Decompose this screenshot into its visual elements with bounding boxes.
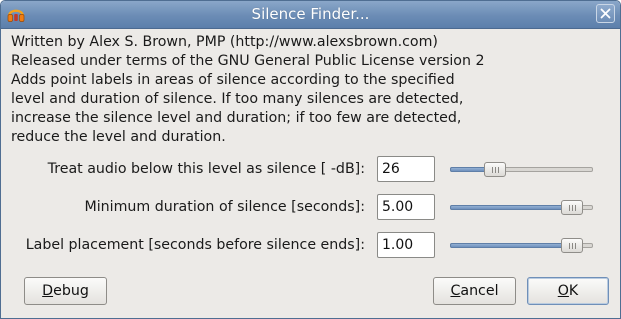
description-line: reduce the level and duration.	[11, 129, 226, 145]
debug-label: ebug	[53, 283, 89, 299]
plugin-description: Written by Alex S. Brown, PMP (http://ww…	[11, 33, 611, 147]
debug-button[interactable]: Debug	[24, 277, 107, 305]
slider-fill	[450, 243, 573, 248]
slider-fill	[450, 205, 573, 210]
label-placement-input[interactable]	[377, 232, 435, 258]
ok-button[interactable]: OK	[527, 277, 609, 305]
silence-level-row: Treat audio below this level as silence …	[1, 156, 620, 184]
label-placement-slider[interactable]	[450, 238, 593, 253]
min-duration-input[interactable]	[377, 194, 435, 220]
ok-mnemonic: O	[557, 283, 569, 299]
min-duration-slider[interactable]	[450, 200, 593, 215]
debug-mnemonic: D	[42, 283, 54, 299]
slider-thumb[interactable]	[483, 162, 506, 177]
description-line: level and duration of silence. If too ma…	[11, 91, 464, 107]
ok-label: K	[568, 283, 579, 299]
min-duration-row: Minimum duration of silence [seconds]:	[1, 194, 620, 222]
slider-thumb[interactable]	[561, 200, 584, 215]
cancel-button[interactable]: Cancel	[433, 277, 516, 305]
cancel-mnemonic: C	[450, 283, 461, 299]
title-bar[interactable]: Silence Finder...	[1, 1, 620, 29]
silence-finder-dialog: Silence Finder... Written by Alex S. Bro…	[0, 0, 621, 319]
grip-icon	[569, 243, 577, 249]
description-line: Written by Alex S. Brown, PMP (http://ww…	[11, 34, 438, 50]
grip-icon	[569, 205, 577, 211]
label-placement-label: Label placement [seconds before silence …	[25, 237, 365, 253]
close-button[interactable]	[596, 4, 615, 23]
min-duration-label: Minimum duration of silence [seconds]:	[84, 199, 365, 215]
silence-level-slider[interactable]	[450, 162, 593, 177]
description-line: Adds point labels in areas of silence ac…	[11, 72, 455, 88]
window-title: Silence Finder...	[251, 5, 370, 23]
slider-thumb[interactable]	[561, 238, 584, 253]
silence-level-input[interactable]	[377, 156, 435, 182]
cancel-label: ancel	[460, 283, 499, 299]
label-placement-row: Label placement [seconds before silence …	[1, 232, 620, 260]
description-line: increase the silence level and duration;…	[11, 110, 462, 126]
silence-level-label: Treat audio below this level as silence …	[47, 161, 365, 177]
description-line: Released under terms of the GNU General …	[11, 53, 485, 69]
grip-icon	[491, 167, 499, 173]
